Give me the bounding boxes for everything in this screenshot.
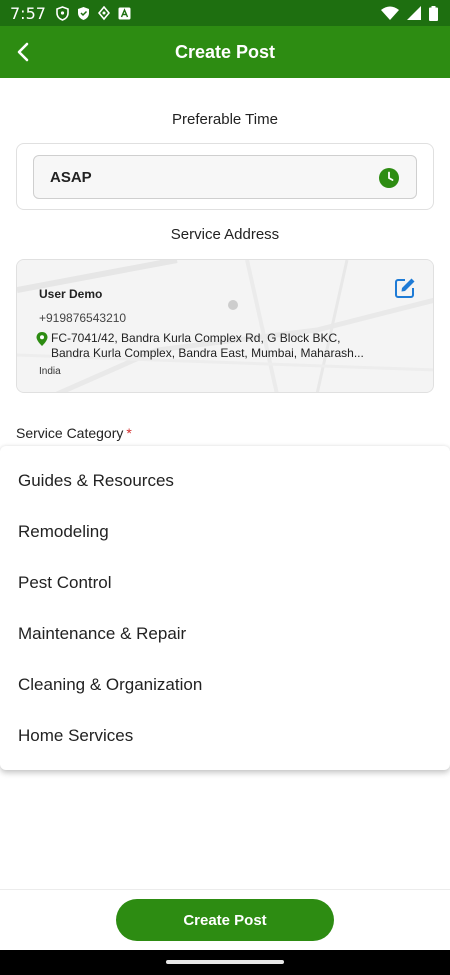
category-option-maintenance-repair[interactable]: Maintenance & Repair <box>0 608 450 659</box>
status-bar: 7:57 <box>0 0 450 26</box>
status-icons-right <box>381 5 438 21</box>
status-icons-left <box>56 5 131 21</box>
preferable-time-field[interactable]: ASAP <box>33 155 417 199</box>
category-option-pest-control[interactable]: Pest Control <box>0 557 450 608</box>
address-name: User Demo <box>39 287 103 301</box>
service-category-text: Service Category <box>16 425 124 441</box>
back-button[interactable] <box>10 38 38 66</box>
arrow-left-icon <box>17 42 29 62</box>
system-nav-bar <box>0 950 450 975</box>
create-post-button[interactable]: Create Post <box>116 899 334 941</box>
service-address-card[interactable]: User Demo +919876543210 FC-7041/42, Band… <box>16 259 434 393</box>
clock-icon <box>379 168 399 188</box>
preferable-time-card: ASAP <box>16 143 434 210</box>
service-category-label: Service Category * <box>16 425 132 441</box>
wifi-icon <box>381 6 399 20</box>
shield-icon <box>56 5 69 21</box>
page-title: Create Post <box>174 41 276 62</box>
category-option-guides-resources[interactable]: Guides & Resources <box>0 455 450 506</box>
home-gesture-handle[interactable] <box>166 960 284 964</box>
service-address-label: Service Address <box>170 226 280 243</box>
category-option-cleaning-organization[interactable]: Cleaning & Organization <box>0 659 450 710</box>
map-background <box>17 260 433 392</box>
map-pin-icon <box>36 332 48 346</box>
edit-icon[interactable] <box>393 276 417 300</box>
address-line-1: FC-7041/42, Bandra Kurla Complex Rd, G B… <box>51 331 341 345</box>
location-icon <box>97 5 110 20</box>
address-country: India <box>39 366 61 377</box>
status-time: 7:57 <box>10 3 46 23</box>
text-a-icon <box>118 7 131 19</box>
app-bar: Create Post <box>0 26 450 78</box>
address-line-2: Bandra Kurla Complex, Bandra East, Mumba… <box>51 346 364 360</box>
category-option-remodeling[interactable]: Remodeling <box>0 506 450 557</box>
service-category-dropdown: Guides & Resources Remodeling Pest Contr… <box>0 446 450 770</box>
shield-filled-icon <box>77 6 89 20</box>
address-phone: +919876543210 <box>39 311 127 325</box>
signal-icon <box>407 6 421 20</box>
category-option-home-services[interactable]: Home Services <box>0 710 450 761</box>
preferable-time-value: ASAP <box>50 168 92 186</box>
footer-divider <box>0 889 450 890</box>
preferable-time-label: Preferable Time <box>172 111 278 128</box>
required-mark: * <box>126 425 132 441</box>
battery-icon <box>429 5 438 21</box>
